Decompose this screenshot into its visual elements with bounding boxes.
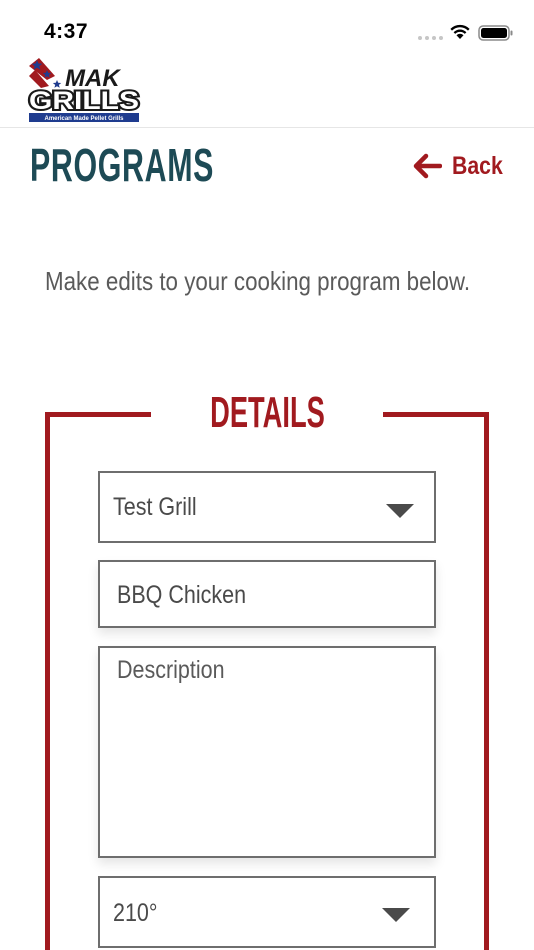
- back-label: Back: [452, 151, 503, 180]
- details-heading: DETAILS: [0, 388, 534, 438]
- intro-text: Make edits to your cooking program below…: [45, 266, 471, 296]
- status-bar: 4:37: [0, 0, 534, 60]
- program-name-input[interactable]: BBQ Chicken: [98, 560, 436, 628]
- back-button[interactable]: Back: [412, 150, 512, 182]
- battery-icon: [478, 25, 513, 41]
- mak-grills-logo: MAK GRILLS American Made Pellet Grills: [27, 58, 141, 122]
- chevron-down-icon: [382, 908, 410, 922]
- program-name-value: BBQ Chicken: [117, 581, 247, 609]
- cellular-signal-icon: [418, 36, 443, 40]
- temperature-select[interactable]: 210°: [98, 876, 436, 948]
- grill-select[interactable]: Test Grill: [98, 471, 436, 543]
- grill-select-value: Test Grill: [113, 493, 197, 521]
- arrow-left-icon: [413, 153, 442, 179]
- description-input[interactable]: Description: [98, 646, 436, 858]
- details-heading-label: DETAILS: [209, 388, 325, 437]
- status-time: 4:37: [44, 20, 89, 43]
- app-header: MAK GRILLS American Made Pellet Grills: [0, 52, 534, 128]
- description-placeholder: Description: [117, 656, 225, 684]
- temperature-value: 210°: [113, 899, 158, 927]
- wifi-icon: [450, 24, 470, 39]
- page-title: PROGRAMS: [30, 139, 215, 191]
- svg-text:American Made Pellet Grills: American Made Pellet Grills: [44, 116, 124, 122]
- chevron-down-icon: [386, 504, 414, 518]
- svg-text:GRILLS: GRILLS: [29, 87, 139, 115]
